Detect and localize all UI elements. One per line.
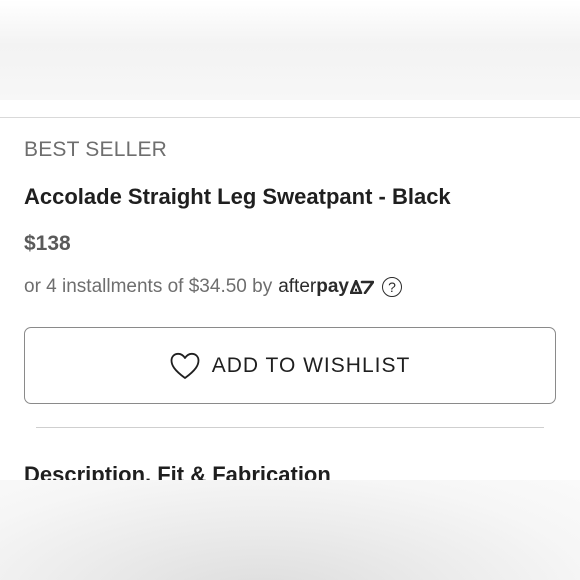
section-divider	[36, 427, 544, 428]
add-to-wishlist-button[interactable]: ADD TO WISHLIST	[24, 327, 556, 404]
afterpay-logo-bold: pay	[316, 276, 349, 297]
product-price: $138	[24, 232, 71, 255]
afterpay-logo: after pay	[278, 276, 374, 298]
top-divider	[0, 117, 580, 118]
product-title: Accolade Straight Leg Sweatpant - Black	[24, 184, 451, 209]
heart-icon	[170, 352, 200, 380]
afterpay-logo-prefix: after	[278, 276, 317, 297]
bottom-blur-overlay	[0, 480, 580, 580]
best-seller-badge: BEST SELLER	[24, 138, 168, 161]
installments-text: or 4 installments of $34.50 by	[24, 276, 273, 297]
product-detail-panel: BEST SELLER Accolade Straight Leg Sweatp…	[0, 0, 580, 580]
afterpay-arrows-icon	[349, 280, 374, 294]
product-image-bottom-edge	[0, 0, 580, 100]
wishlist-button-label: ADD TO WISHLIST	[211, 353, 411, 377]
installments-info: or 4 installments of $34.50 by after pay …	[24, 276, 402, 298]
question-circle-icon[interactable]: ?	[381, 277, 402, 297]
